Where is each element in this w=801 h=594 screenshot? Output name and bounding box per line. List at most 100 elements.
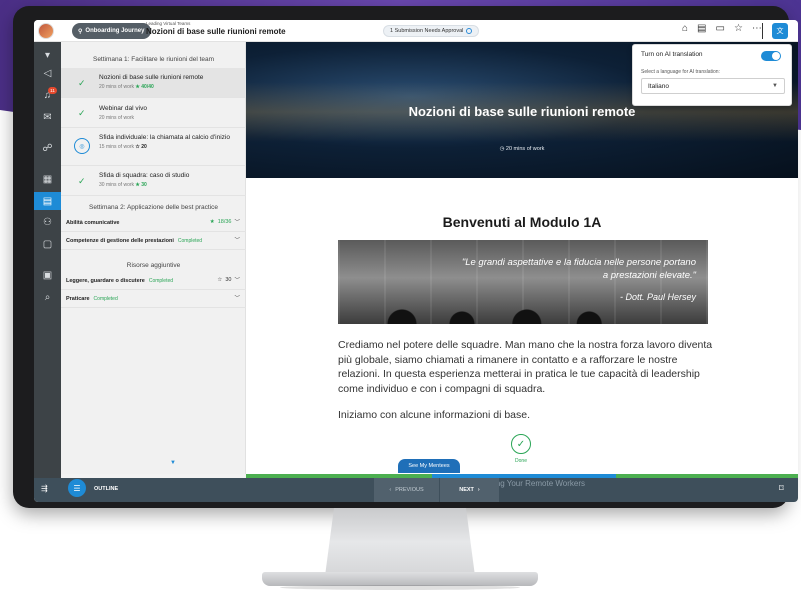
section-heading: Settimana 2: Applicazione delle best pra… xyxy=(89,204,218,211)
briefcase-icon[interactable]: ▢ xyxy=(34,235,61,253)
more-icon[interactable]: ⋯ xyxy=(752,23,762,34)
lesson-item[interactable]: ✓ Nozioni di base sulle riunioni remote … xyxy=(61,68,246,98)
megaphone-icon[interactable]: ◁ xyxy=(34,64,61,82)
collapse-icon[interactable]: ⇶ xyxy=(41,484,48,493)
completed-badge: Completed xyxy=(148,277,174,284)
course-selector[interactable]: ⚲ Onboarding Journey xyxy=(72,23,152,39)
group-performance[interactable]: Competenze di gestione delle prestazioni… xyxy=(61,232,246,250)
group-communication[interactable]: Abilità comunicative ★ 18/36 ﹀ xyxy=(61,214,246,232)
chat-icon[interactable]: ▭ xyxy=(716,23,725,34)
completed-badge: Completed xyxy=(93,295,118,302)
done-check-icon[interactable]: ✓ xyxy=(511,434,531,454)
chevron-left-icon: ‹ xyxy=(389,487,392,493)
lesson-item[interactable]: ◎ Sfida individuale: la chiamata al calc… xyxy=(61,128,246,166)
translate-icon[interactable]: 文 xyxy=(772,23,788,39)
quote-text: "Le grandi aspettative e la fiducia nell… xyxy=(461,257,696,281)
lesson-points: 20 xyxy=(141,144,147,150)
see-mentees-button[interactable]: See My Mentees xyxy=(398,459,460,473)
popup-title: Turn on AI translation xyxy=(641,51,703,58)
chevron-down-icon[interactable]: ﹀ xyxy=(234,236,240,244)
group-title: Competenze di gestione delle prestazioni xyxy=(66,237,174,244)
chevron-down-icon[interactable]: ﹀ xyxy=(234,218,240,226)
points-star-icon: ★ xyxy=(135,84,140,90)
quote-author: - Dott. Paul Hersey xyxy=(619,292,696,302)
scroll-down-icon[interactable]: ▼ xyxy=(170,460,176,466)
course-pill-label: Onboarding Journey xyxy=(85,28,145,34)
lesson-title: Sfida di squadra: caso di studio xyxy=(99,172,190,179)
group-score: ★ 18/36 ﹀ xyxy=(210,218,240,226)
monitor-base xyxy=(262,572,538,586)
lesson-meta: 20 mins of work ★ 40/40 xyxy=(99,84,246,90)
lesson-meta: 15 mins of work ☆ 20 xyxy=(99,144,246,150)
notification-badge: 11 xyxy=(48,87,57,94)
outline-list-icon[interactable]: ☰ xyxy=(68,479,86,497)
lesson-meta: 30 mins of work ★ 30 xyxy=(99,182,246,188)
group-title: Praticare xyxy=(66,295,90,302)
journey-icon: ⚲ xyxy=(78,28,83,35)
people-icon[interactable]: ☍ xyxy=(34,139,61,157)
language-label: Select a language for AI translation: xyxy=(641,69,720,75)
dropdown-icon[interactable]: ▾ xyxy=(34,46,61,64)
star-icon: ☆ xyxy=(217,277,223,283)
notes-icon[interactable]: ▤ xyxy=(697,23,706,34)
star-icon[interactable]: ☆ xyxy=(734,23,743,34)
previous-label: PREVIOUS xyxy=(395,487,424,493)
group-score: ☆ 30 ﹀ xyxy=(217,276,240,284)
home-icon[interactable]: ⌂ xyxy=(682,23,688,34)
group-title: Leggere, guardare o discutere xyxy=(66,277,145,284)
approval-label: 1 Submission Needs Approval xyxy=(390,28,464,34)
lesson-title: Sfida individuale: la chiamata al calcio… xyxy=(99,134,230,141)
hero-title: Nozioni di base sulle riunioni remote xyxy=(408,104,636,119)
lesson-duration: 30 mins of work xyxy=(99,182,135,188)
lesson-duration: 15 mins of work xyxy=(99,144,135,150)
lesson-item[interactable]: ✓ Webinar dal vivo 20 mins of work xyxy=(61,98,246,128)
grid-icon[interactable]: ▦ xyxy=(34,170,61,188)
toggle-knob xyxy=(772,52,780,60)
calendar-icon[interactable]: ▣ xyxy=(34,266,61,284)
lesson-points: 40/40 xyxy=(141,84,154,90)
course-icon[interactable]: ▤ xyxy=(34,192,61,210)
lesson-content: Nozioni di base sulle riunioni remote ◷ … xyxy=(246,42,798,474)
section-heading: Settimana 1: Facilitare le riunioni del … xyxy=(92,56,215,63)
lesson-duration: 20 mins of work xyxy=(99,84,135,90)
approval-button[interactable]: 1 Submission Needs Approval xyxy=(383,25,480,37)
group-read-watch[interactable]: Leggere, guardare o discutere Completed … xyxy=(61,272,246,290)
intro-paragraph-2: Iniziamo con alcune informazioni di base… xyxy=(338,409,531,421)
check-icon: ✓ xyxy=(78,78,86,88)
bookmark-icon[interactable]: ⌑ xyxy=(779,483,784,494)
chevron-down-icon[interactable]: ﹀ xyxy=(234,276,240,284)
search-icon[interactable]: ⌕ xyxy=(34,288,61,306)
arrow-right-icon xyxy=(466,28,473,34)
base-shadow xyxy=(280,585,520,590)
breadcrumb[interactable]: Leading Virtual Teams xyxy=(146,21,190,26)
star-icon: ★ xyxy=(209,219,215,225)
score-value: 30 xyxy=(225,277,232,283)
score-value: 18/36 xyxy=(217,219,232,225)
ai-translation-toggle[interactable] xyxy=(761,51,781,61)
intro-paragraph: Crediamo nel potere delle squadre. Man m… xyxy=(338,339,713,395)
lesson-points: 30 xyxy=(141,182,147,188)
divider xyxy=(762,23,763,39)
next-button[interactable]: NEXT › xyxy=(439,478,499,502)
group-practice[interactable]: Praticare Completed ﹀ xyxy=(61,290,246,308)
language-select[interactable]: Italiano ▼ xyxy=(641,78,785,94)
lesson-item[interactable]: ✓ Sfida di squadra: caso di studio 30 mi… xyxy=(61,166,246,196)
hero-subtitle: ◷ 20 mins of work xyxy=(246,146,798,152)
chevron-down-icon[interactable]: ﹀ xyxy=(234,294,240,302)
outline-panel: Settimana 1: Facilitare le riunioni del … xyxy=(61,42,246,474)
previous-button[interactable]: ‹ PREVIOUS xyxy=(374,478,439,502)
team-icon[interactable]: ⚇ xyxy=(34,213,61,231)
group-title: Abilità comunicative xyxy=(66,219,120,226)
avatar[interactable] xyxy=(38,23,54,39)
mail-icon[interactable]: ✉ xyxy=(34,108,61,126)
points-star-icon: ★ xyxy=(135,182,140,188)
next-lesson-title: ing Your Remote Workers xyxy=(494,479,586,488)
silhouettes xyxy=(378,288,618,324)
monitor-stand xyxy=(325,508,475,576)
lesson-title: Nozioni di base sulle riunioni remote xyxy=(99,74,204,81)
bell-icon[interactable]: ♫ 11 xyxy=(34,86,61,104)
outline-button[interactable]: OUTLINE xyxy=(94,486,118,492)
challenge-icon: ◎ xyxy=(74,138,90,154)
page-title: Nozioni di base sulle riunioni remote xyxy=(146,27,286,36)
lesson-duration: 20 mins of work xyxy=(99,115,135,121)
